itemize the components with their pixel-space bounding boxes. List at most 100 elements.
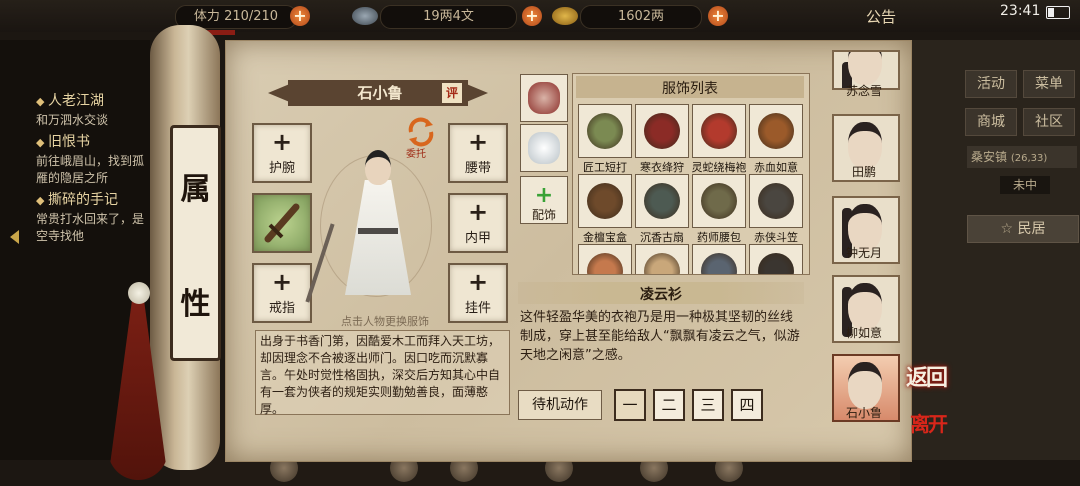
pose-button-4[interactable]: 四 (731, 389, 763, 421)
roster-name: 苏念雪 (845, 84, 882, 98)
idle-action-label: 待机动作 (518, 390, 602, 420)
costume-item[interactable]: 赤侠斗笠 (749, 174, 803, 244)
pose-button-1[interactable]: 一 (614, 389, 646, 421)
slot-label: 护腕 (268, 161, 295, 176)
costume-item[interactable]: 金檀宝盒 (578, 174, 632, 244)
costume-name: 药师腰包 (697, 231, 741, 244)
shop-button[interactable]: 商城 (965, 108, 1017, 136)
gold-display: 1602两 (580, 5, 702, 29)
notice-button[interactable]: 公告 (866, 6, 896, 27)
accessory-item[interactable] (520, 74, 568, 122)
right-menu: 活动 菜单 商城 社区 桑安镇 (26,33) 未中 ☆ 民居 (905, 40, 1080, 460)
back-button[interactable]: 返回 (906, 360, 948, 392)
weapon-slot[interactable] (252, 193, 312, 253)
rate-button[interactable]: 评 (442, 83, 462, 103)
copper-coin-icon (352, 7, 378, 25)
gold-add-button[interactable]: + (708, 6, 728, 26)
menu-button[interactable]: 菜单 (1023, 70, 1075, 98)
costume-item[interactable]: 灵蛇绕梅袍 (692, 104, 747, 174)
pendant-slot[interactable]: + 挂件 (448, 263, 508, 323)
costume-icon (758, 113, 794, 149)
costume-name: 寒衣绛狩 (640, 161, 684, 174)
costume-icon (587, 253, 623, 274)
robe-icon (528, 132, 560, 164)
slot-label: 挂件 (464, 301, 491, 316)
plus-icon: + (271, 268, 293, 296)
costume-item[interactable] (635, 244, 689, 274)
roster-name: 柳如意 (845, 326, 882, 340)
place-button[interactable]: ☆ 民居 (967, 215, 1079, 243)
roster-name: 田鹏 (851, 165, 876, 179)
costume-item[interactable]: 药师腰包 (692, 174, 746, 244)
slot-label: 戒指 (268, 301, 295, 316)
plus-icon: + (467, 128, 489, 156)
accessory-item[interactable] (520, 124, 568, 172)
entrust-label: 委托 (406, 149, 426, 160)
activity-button[interactable]: 活动 (965, 70, 1017, 98)
swap-arrows-icon (408, 117, 434, 147)
figure-belt (358, 228, 398, 234)
costume-icon (701, 183, 737, 219)
costume-name: 赤血如意 (754, 161, 798, 174)
change-outfit-hint: 点击人物更换服饰 (341, 315, 429, 328)
location-name: 桑安镇 (971, 150, 1008, 164)
costume-icon (758, 253, 794, 274)
star-icon: ☆ (1000, 221, 1018, 237)
costume-icon (701, 113, 737, 149)
costume-icon (644, 113, 680, 149)
leave-button[interactable]: 离开 (910, 408, 948, 437)
selected-costume-name: 凌云衫 (640, 287, 682, 303)
quest-title[interactable]: 撕碎的手记 (36, 189, 150, 209)
costume-name: 灵蛇绕梅袍 (691, 161, 747, 174)
roster-name: 石小鲁 (845, 406, 882, 420)
quest-title[interactable]: 人老江湖 (36, 90, 150, 110)
pose-button-3[interactable]: 三 (692, 389, 724, 421)
costume-item[interactable] (578, 244, 632, 274)
belt-slot[interactable]: + 腰带 (448, 123, 508, 183)
attribute-tab-char: 性 (180, 286, 211, 322)
ring-slot[interactable]: + 戒指 (252, 263, 312, 323)
armor-slot[interactable]: + 内甲 (448, 193, 508, 253)
location-coords: (26,33) (1010, 153, 1048, 164)
costume-icon (587, 113, 623, 149)
costume-name: 沉香古扇 (640, 231, 684, 244)
bracer-slot[interactable]: + 护腕 (252, 123, 312, 183)
pose-button-2[interactable]: 二 (653, 389, 685, 421)
costume-name: 金檀宝盒 (583, 231, 627, 244)
plus-icon: + (467, 198, 489, 226)
selected-costume-desc: 这件轻盈华美的衣袍乃是用一种极其坚韧的丝线制成，穿上甚至能给敌人“飘飘有凌云之气… (520, 310, 800, 363)
gold-ingot-icon (552, 7, 578, 25)
community-button[interactable]: 社区 (1023, 108, 1075, 136)
stamina-add-button[interactable]: + (290, 6, 310, 26)
costume-item[interactable] (692, 244, 746, 274)
accessory-label: 配饰 (531, 208, 556, 222)
money-add-button[interactable]: + (522, 6, 542, 26)
figure-head (365, 150, 391, 185)
attribute-tab[interactable]: 属 性 (170, 125, 221, 361)
costume-item[interactable]: 寒衣绛狩 (635, 104, 689, 174)
costume-icon (587, 183, 623, 219)
costume-item[interactable]: 赤血如意 (749, 104, 803, 174)
place-label: 民居 (1017, 221, 1046, 237)
location-display: 桑安镇 (26,33) (967, 146, 1077, 168)
costume-name: 匠工短打 (583, 161, 627, 174)
clock: 23:41 (1000, 3, 1041, 19)
stamina-label: 体力 (193, 9, 220, 24)
ornament-icon (528, 82, 560, 114)
entrust-button[interactable] (405, 116, 437, 148)
costume-item[interactable]: 沉香古扇 (635, 174, 689, 244)
battery-icon (1046, 6, 1070, 19)
stamina-value: 210/210 (224, 9, 279, 24)
costume-icon (644, 253, 680, 274)
slot-label: 内甲 (464, 231, 491, 246)
slot-label: 腰带 (464, 161, 491, 176)
costume-item[interactable]: 匠工短打 (578, 104, 632, 174)
plus-icon: + (271, 128, 293, 156)
quest-title[interactable]: 旧恨书 (36, 131, 150, 151)
costume-item[interactable] (749, 244, 803, 274)
plus-icon: + (467, 268, 489, 296)
character-name: 石小鲁 (357, 84, 403, 102)
plus-icon: + (534, 183, 554, 208)
collapse-arrow-icon[interactable] (10, 230, 19, 244)
costume-name: 赤侠斗笠 (754, 231, 798, 244)
